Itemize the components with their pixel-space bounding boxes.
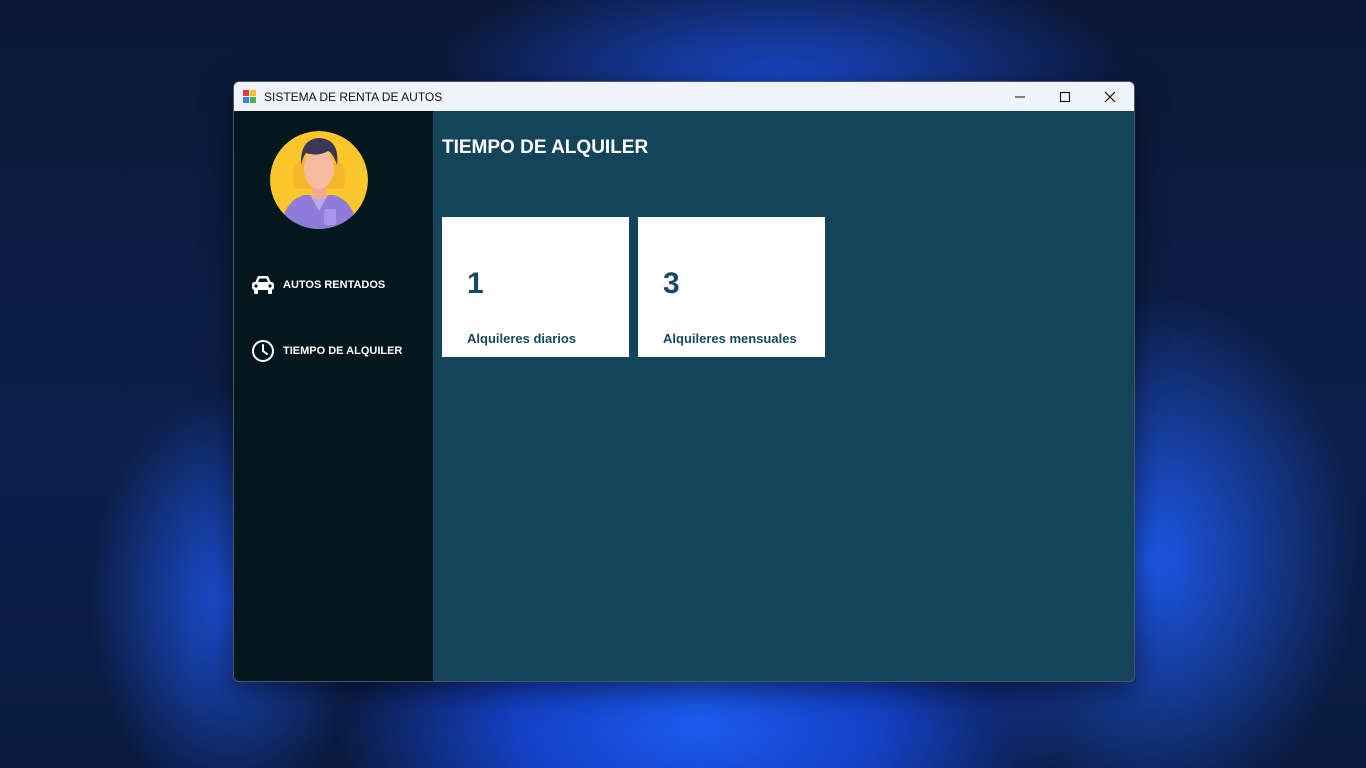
desktop-wallpaper: SISTEMA DE RENTA DE AUTOS AUTOS RENTADOS… [0,0,1366,768]
minimize-icon [1015,96,1025,97]
car-icon [250,272,276,298]
app-icon [243,89,257,104]
card-value: 1 [467,267,484,300]
maximize-button[interactable] [1042,82,1088,111]
card-value: 3 [663,267,680,300]
card-label: Alquileres mensuales [663,331,797,346]
page-title: TIEMPO DE ALQUILER [442,137,649,158]
app-window: SISTEMA DE RENTA DE AUTOS AUTOS RENTADOS… [233,81,1135,682]
sidebar-item-label: AUTOS RENTADOS [283,279,386,291]
title-bar[interactable]: SISTEMA DE RENTA DE AUTOS [234,82,1134,111]
minimize-button[interactable] [997,82,1043,111]
card-label: Alquileres diarios [467,331,577,346]
sidebar-item-autos-rentados[interactable]: AUTOS RENTADOS [250,271,420,299]
sidebar-item-tiempo-de-alquiler[interactable]: TIEMPO DE ALQUILER [250,337,420,365]
close-icon [1104,91,1116,102]
user-avatar [270,131,368,229]
close-button[interactable] [1087,82,1133,111]
clock-icon [250,338,276,364]
window-title: SISTEMA DE RENTA DE AUTOS [264,89,443,104]
sidebar: AUTOS RENTADOS TIEMPO DE ALQUILER [234,111,433,681]
sidebar-item-label: TIEMPO DE ALQUILER [283,345,403,357]
maximize-icon [1059,91,1071,102]
stat-card-daily: 1 Alquileres diarios [442,217,629,357]
stat-card-monthly: 3 Alquileres mensuales [638,217,825,357]
